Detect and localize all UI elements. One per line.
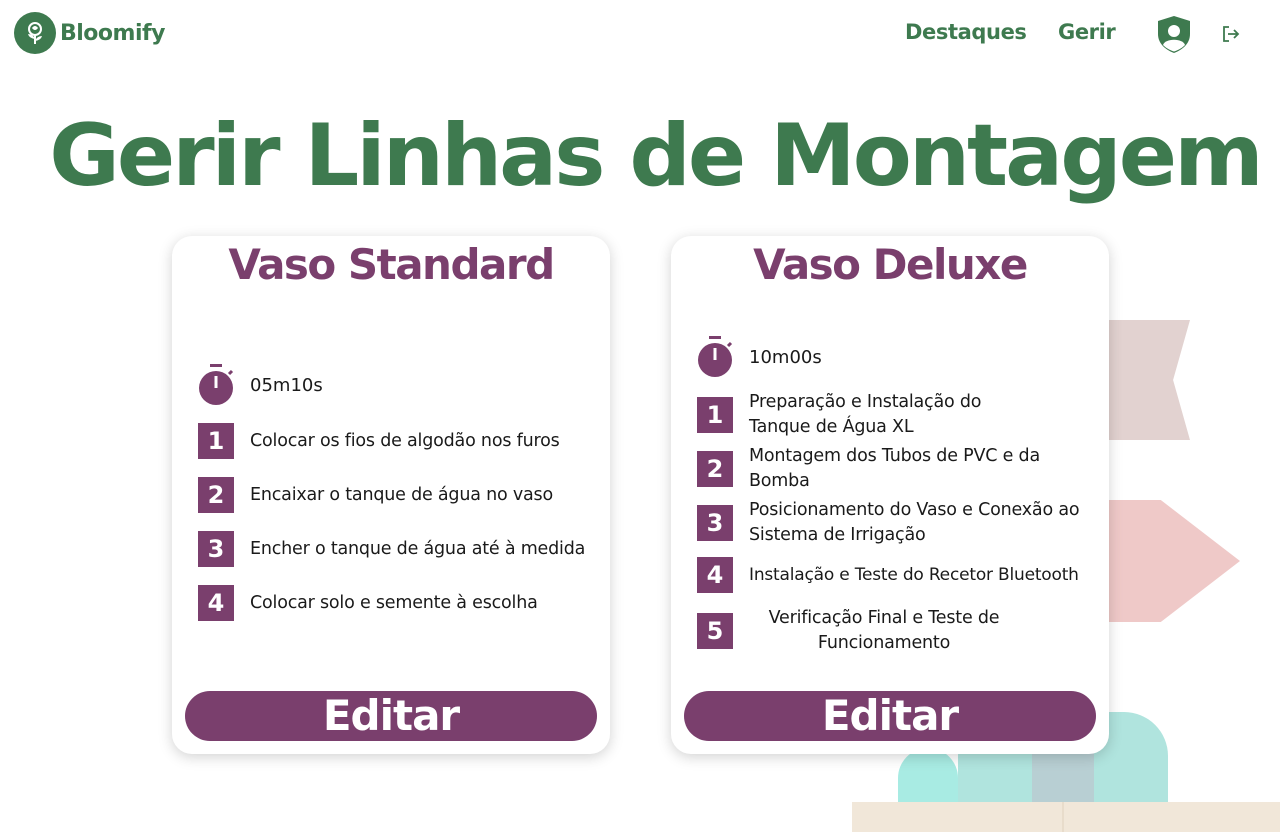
card-title: Vaso Deluxe	[753, 240, 1028, 289]
step-number: 1	[198, 423, 234, 459]
step-text: Instalação e Teste do Recetor Bluetooth	[749, 564, 1079, 585]
edit-button[interactable]: Editar	[684, 691, 1096, 741]
step-text: Montagem dos Tubos de PVC e da Bomba	[749, 446, 1040, 491]
step-number: 5	[697, 613, 733, 649]
brand-name: Bloomify	[60, 20, 165, 46]
logout-icon[interactable]	[1221, 24, 1241, 44]
assembly-line-card-deluxe: Vaso Deluxe 10m00s 1 Preparação e Instal…	[671, 236, 1109, 754]
duration-value: 10m00s	[749, 346, 822, 368]
step-number: 4	[198, 585, 234, 621]
card-title: Vaso Standard	[228, 240, 555, 289]
user-shield-icon[interactable]	[1154, 14, 1194, 54]
decorative-divider	[1062, 802, 1064, 832]
step-text: Verificação Final e Teste de Funcionamen…	[768, 608, 1000, 653]
stopwatch-icon	[698, 336, 733, 377]
step-item: 4 Instalação e Teste do Recetor Bluetoot…	[697, 557, 1119, 593]
step-number: 3	[198, 531, 234, 567]
step-number: 2	[697, 451, 733, 487]
step-number: 2	[198, 477, 234, 513]
brand-logo[interactable]: Bloomify	[14, 12, 165, 54]
duration-row: 05m10s	[198, 364, 323, 406]
step-item: 2 Encaixar o tanque de água no vaso	[198, 477, 553, 513]
step-item: 5 Verificação Final e Teste de Funcionam…	[697, 606, 1019, 656]
rose-icon	[14, 12, 56, 54]
step-item: 2 Montagem dos Tubos de PVC e da Bomba	[697, 444, 1049, 494]
step-number: 3	[697, 505, 733, 541]
duration-row: 10m00s	[697, 336, 822, 378]
nav-gerir-link[interactable]: Gerir	[1058, 20, 1116, 44]
decorative-flag-shape	[1096, 320, 1190, 440]
step-text: Posicionamento do Vaso e Conexão ao Sist…	[749, 500, 1080, 545]
step-number: 1	[697, 397, 733, 433]
step-item: 1 Colocar os fios de algodão nos furos	[198, 423, 560, 459]
step-text: Preparação e Instalação do Tanque de Águ…	[749, 392, 982, 437]
assembly-line-card-standard: Vaso Standard 05m10s 1 Colocar os fios d…	[172, 236, 610, 754]
nav-destaques-link[interactable]: Destaques	[905, 20, 1027, 44]
step-number: 4	[697, 557, 733, 593]
step-text: Colocar os fios de algodão nos furos	[250, 430, 560, 451]
edit-button[interactable]: Editar	[185, 691, 597, 741]
decorative-base-shape	[852, 802, 1280, 832]
step-text: Encaixar o tanque de água no vaso	[250, 484, 553, 505]
step-text: Encher o tanque de água até à medida	[250, 538, 586, 559]
step-item: 4 Colocar solo e semente à escolha	[198, 585, 538, 621]
step-item: 1 Preparação e Instalação do Tanque de Á…	[697, 390, 1039, 440]
step-item: 3 Encher o tanque de água até à medida	[198, 531, 585, 567]
step-item: 3 Posicionamento do Vaso e Conexão ao Si…	[697, 498, 1089, 548]
stopwatch-icon	[199, 364, 234, 405]
duration-value: 05m10s	[250, 374, 323, 396]
step-text: Colocar solo e semente à escolha	[250, 592, 538, 613]
page-title: Gerir Linhas de Montagem	[49, 106, 1263, 206]
